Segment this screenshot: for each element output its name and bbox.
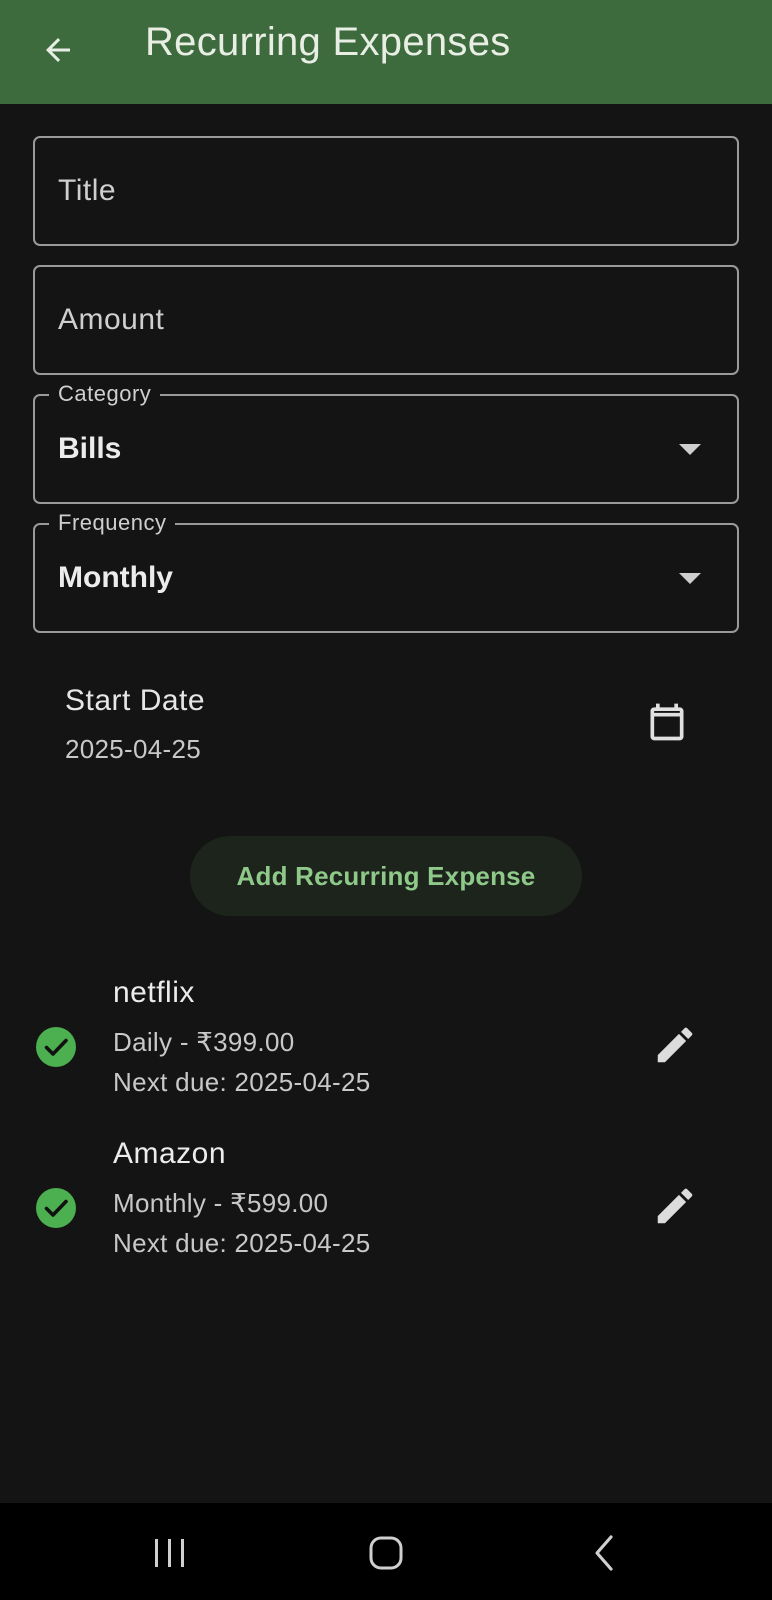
recents-icon[interactable]	[140, 1525, 200, 1581]
category-value: Bills	[58, 432, 122, 465]
add-recurring-expense-button[interactable]: Add Recurring Expense	[190, 836, 582, 916]
nav-back-icon[interactable]	[574, 1525, 634, 1581]
start-date-value: 2025-04-25	[65, 734, 201, 764]
frequency-value: Monthly	[58, 561, 173, 594]
system-nav-bar	[0, 1503, 772, 1600]
dropdown-arrow-icon	[679, 573, 701, 584]
expense-summary: Daily - ₹399.00	[113, 1027, 295, 1057]
calendar-icon[interactable]	[645, 700, 689, 744]
list-item[interactable]: netflix Daily - ₹399.00 Next due: 2025-0…	[0, 974, 772, 1124]
start-date-label: Start Date	[65, 684, 206, 717]
edit-pencil-icon[interactable]	[652, 1183, 698, 1229]
title-placeholder: Title	[58, 174, 117, 207]
category-label: Category	[49, 381, 161, 407]
arrow-back-icon[interactable]	[36, 28, 80, 72]
check-circle-icon	[36, 1188, 76, 1228]
title-field[interactable]: Title	[33, 136, 739, 246]
expense-name: Amazon	[113, 1137, 227, 1170]
edit-pencil-icon[interactable]	[652, 1022, 698, 1068]
frequency-label: Frequency	[49, 510, 176, 536]
check-circle-icon	[36, 1027, 76, 1067]
list-item[interactable]: Amazon Monthly - ₹599.00 Next due: 2025-…	[0, 1135, 772, 1285]
category-dropdown[interactable]: Category Bills	[33, 381, 739, 504]
start-date-picker[interactable]: Start Date 2025-04-25	[33, 660, 739, 770]
amount-field[interactable]: Amount	[33, 265, 739, 375]
dropdown-arrow-icon	[679, 444, 701, 455]
page-title: Recurring Expenses	[145, 20, 511, 64]
amount-placeholder: Amount	[58, 303, 165, 336]
app-bar: Recurring Expenses	[0, 0, 772, 104]
home-icon[interactable]	[356, 1525, 416, 1581]
expense-next-due: Next due: 2025-04-25	[113, 1067, 371, 1097]
expense-next-due: Next due: 2025-04-25	[113, 1228, 371, 1258]
expense-summary: Monthly - ₹599.00	[113, 1188, 329, 1218]
frequency-dropdown[interactable]: Frequency Monthly	[33, 510, 739, 633]
expense-name: netflix	[113, 976, 195, 1009]
recurring-expenses-screen: Recurring Expenses Title Amount Category…	[0, 0, 772, 1600]
